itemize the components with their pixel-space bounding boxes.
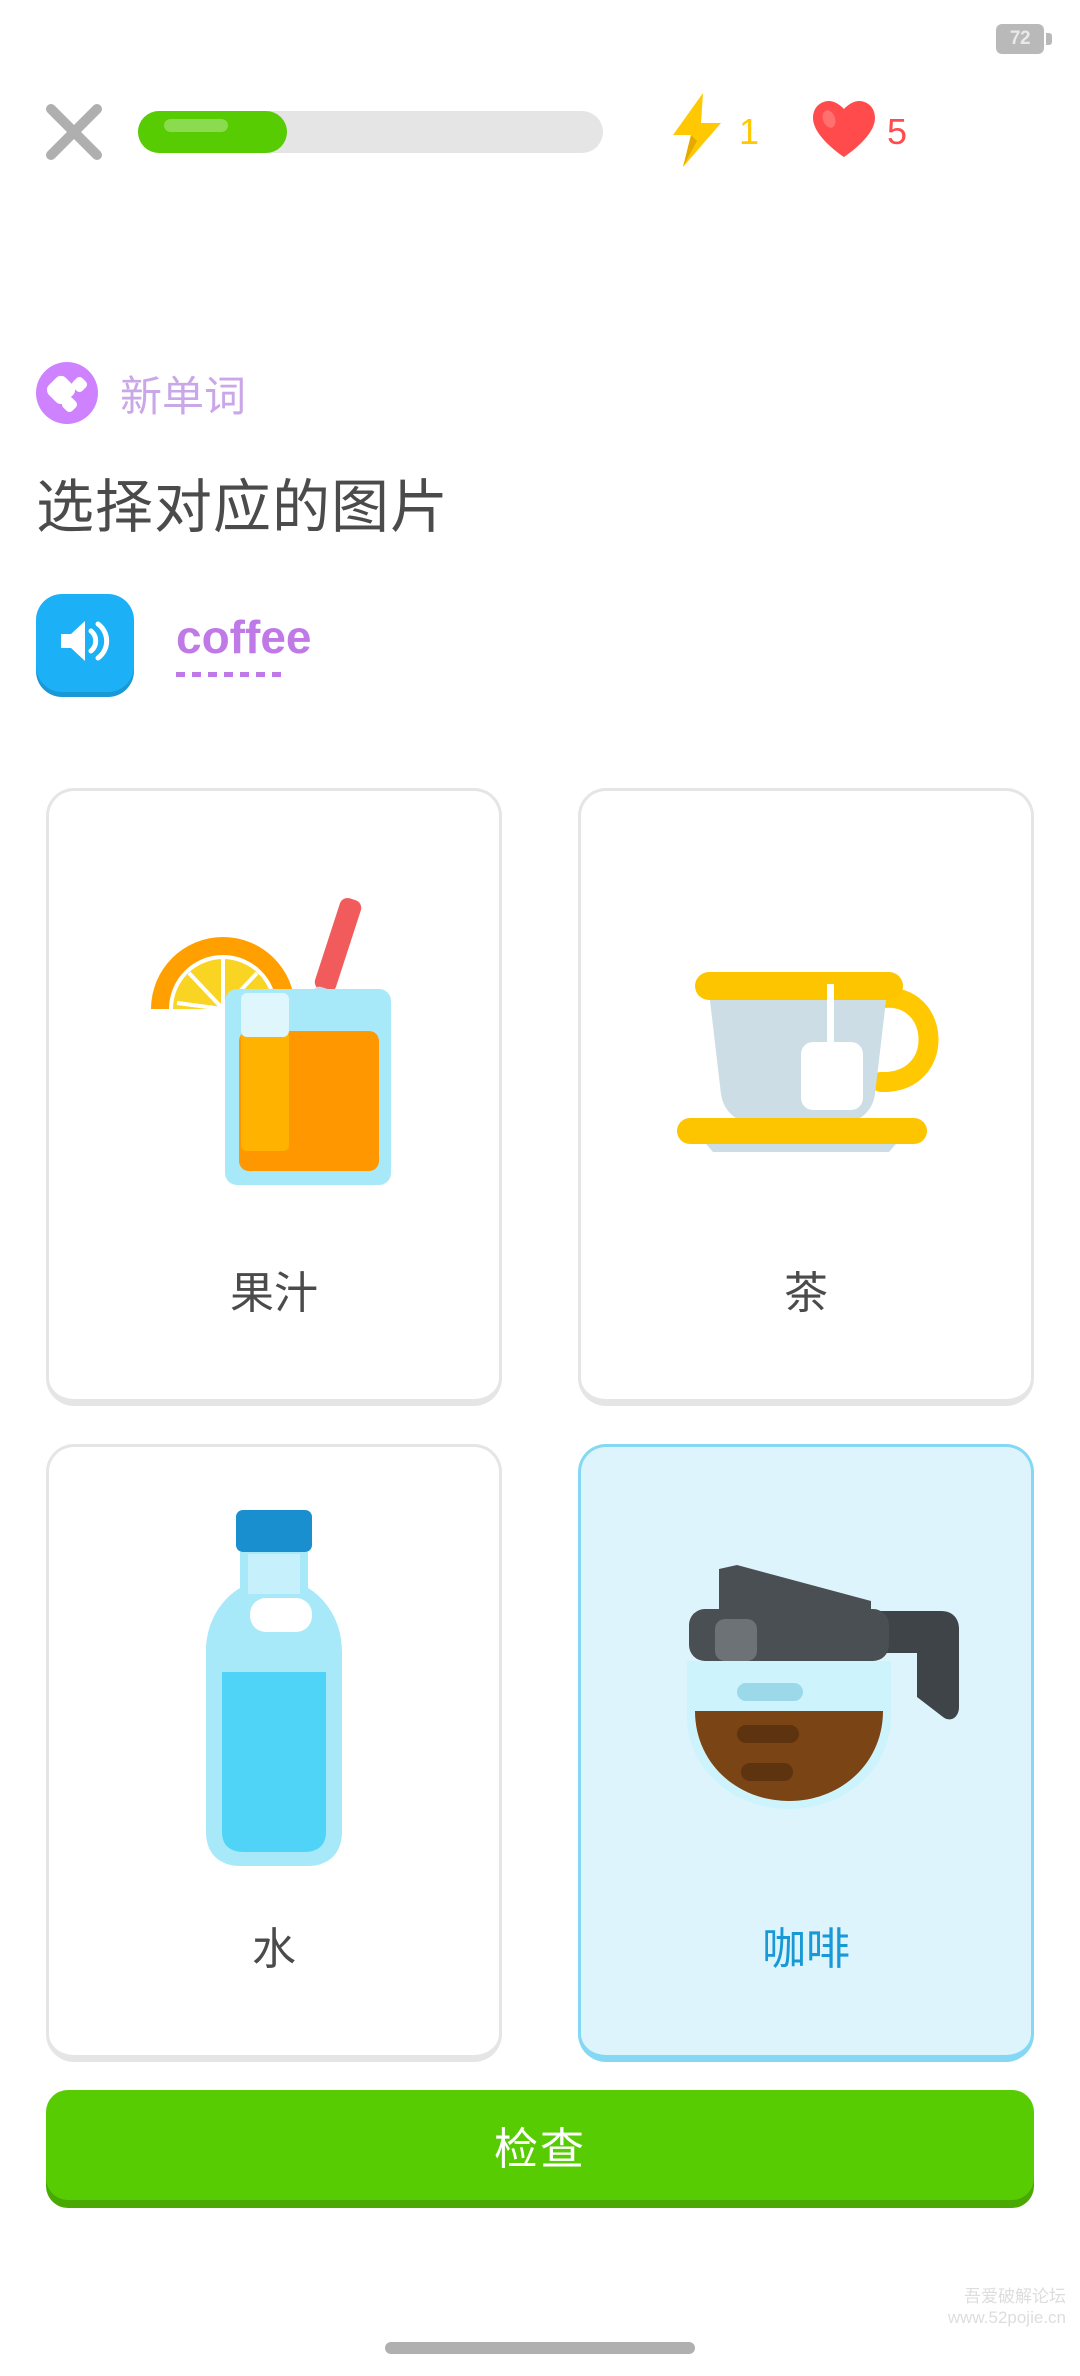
watermark-line-2: www.52pojie.cn — [947, 2307, 1066, 2327]
new-word-icon — [36, 362, 98, 424]
speaker-icon — [57, 616, 113, 671]
answer-card-water[interactable]: 水 — [46, 1444, 502, 2062]
home-indicator[interactable] — [385, 2342, 695, 2354]
close-icon — [45, 103, 103, 161]
heart-icon — [811, 99, 877, 166]
tea-cup-illustration — [581, 791, 1031, 1281]
battery-body: 72 — [996, 24, 1044, 54]
watermark: 吾爱破解论坛 www.52pojie.cn — [948, 2286, 1066, 2329]
close-button[interactable] — [32, 96, 116, 168]
answer-card-tea[interactable]: 茶 — [578, 788, 1034, 1406]
lesson-screen: 72 1 5 新单词 选择对应的图片 coffee 果汁 茶 水 咖啡 检查 吾… — [0, 0, 1080, 2376]
new-word-badge: 新单词 — [36, 362, 246, 424]
battery-indicator: 72 — [996, 24, 1052, 54]
check-button-label: 检查 — [494, 2125, 586, 2174]
battery-level-text: 72 — [1009, 28, 1031, 49]
check-button[interactable]: 检查 — [46, 2090, 1034, 2200]
answer-card-juice[interactable]: 果汁 — [46, 788, 502, 1406]
play-audio-button[interactable] — [36, 594, 134, 692]
page-title: 选择对应的图片 — [36, 475, 450, 540]
answer-options-grid: 果汁 茶 水 咖啡 — [46, 788, 1034, 2062]
streak-counter[interactable]: 1 — [665, 91, 759, 174]
hearts-value: 5 — [887, 111, 908, 152]
status-bar: 72 — [0, 0, 1080, 72]
prompt-word[interactable]: coffee — [176, 610, 311, 677]
lightning-bolt-icon — [665, 91, 729, 174]
hearts-counter[interactable]: 5 — [811, 99, 907, 166]
coffee-pot-illustration — [581, 1447, 1031, 1937]
prompt-word-text: coffee — [176, 610, 312, 663]
lesson-progress-bar — [138, 111, 603, 153]
prompt-word-underline — [176, 671, 284, 677]
juice-glass-illustration — [49, 791, 499, 1281]
new-word-label: 新单词 — [120, 372, 247, 420]
battery-tip-icon — [1046, 33, 1052, 45]
progress-fill — [138, 111, 287, 153]
lesson-header: 1 5 — [0, 92, 1080, 168]
answer-card-coffee[interactable]: 咖啡 — [578, 1444, 1034, 2062]
prompt-word-row: coffee — [36, 594, 311, 692]
streak-value: 1 — [739, 111, 760, 152]
water-bottle-illustration — [49, 1447, 499, 1937]
watermark-line-1: 吾爱破解论坛 — [964, 2286, 1066, 2306]
progress-gloss — [164, 119, 228, 132]
